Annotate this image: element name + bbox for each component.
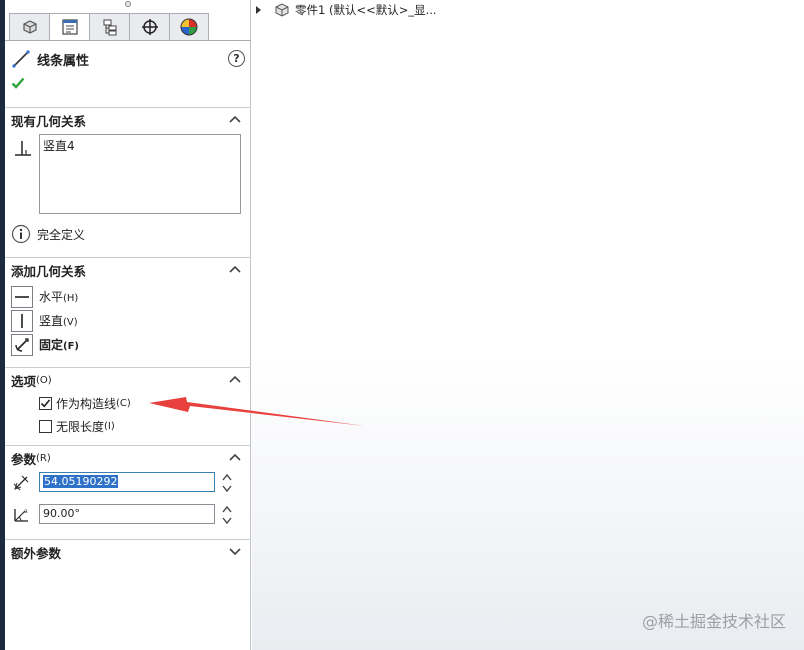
panel-resize-grip[interactable] xyxy=(125,1,131,7)
configuration-manager-icon xyxy=(103,19,116,36)
add-horizontal-relation[interactable]: 水平(H) xyxy=(11,285,78,308)
watermark: @稀土掘金技术社区 xyxy=(641,612,786,631)
construction-line-shortcut: (C) xyxy=(116,397,131,409)
feature-tree-flyout[interactable]: 零件1 (默认<<默认>_显... xyxy=(256,1,437,19)
angle-input[interactable]: 90.00° xyxy=(39,504,215,524)
infinite-length-checkbox[interactable] xyxy=(39,419,52,433)
extra-parameters-section: 额外参数 xyxy=(5,539,251,565)
feature-manager-icon xyxy=(22,20,37,34)
dimxpert-icon xyxy=(141,19,158,35)
angle-parameter-row: a 90.00° xyxy=(11,503,245,527)
parameters-header[interactable]: 参数 (R) xyxy=(5,446,251,470)
parameters-title: 参数 xyxy=(11,451,37,467)
fix-shortcut: (F) xyxy=(63,341,79,352)
infinite-length-shortcut: (I) xyxy=(104,420,115,432)
horizontal-relation-icon[interactable] xyxy=(11,285,33,308)
chevron-up-icon[interactable] xyxy=(229,374,241,384)
options-section: 选项 (O) 作为构造线 (C) 无限长度 (I) xyxy=(5,367,251,443)
status-text: 完全定义 xyxy=(37,227,86,242)
appearance-icon xyxy=(180,18,198,36)
manager-tabs xyxy=(9,13,209,41)
existing-relations-list[interactable]: 竖直4 xyxy=(39,134,241,214)
chevron-down-icon[interactable] xyxy=(229,546,241,556)
checkmark-icon xyxy=(40,398,51,407)
chevron-up-icon[interactable] xyxy=(229,114,241,124)
angle-value: 90.00° xyxy=(43,507,80,520)
part-icon xyxy=(275,3,289,17)
svg-text:a: a xyxy=(24,508,28,515)
expand-arrow-icon[interactable] xyxy=(256,6,261,14)
part-name: 零件1 (默认<<默认>_显... xyxy=(295,3,437,17)
construction-line-label: 作为构造线 xyxy=(56,396,117,411)
infinite-length-label: 无限长度 xyxy=(56,419,105,434)
length-parameter-row: 54.05190292 xyxy=(11,471,245,495)
extra-parameters-title: 额外参数 xyxy=(11,545,62,561)
options-shortcut: (O) xyxy=(36,374,52,386)
add-relations-title: 添加几何关系 xyxy=(11,263,87,279)
tab-feature-manager[interactable] xyxy=(9,13,49,41)
fix-label: 固定 xyxy=(39,338,64,352)
help-icon[interactable]: ? xyxy=(228,50,245,67)
vertical-relation-icon xyxy=(15,141,31,156)
ok-check-icon[interactable] xyxy=(11,76,25,93)
panel-title-row: 线条属性 ? xyxy=(11,48,245,70)
length-dimension-icon xyxy=(13,475,29,491)
tabs-divider xyxy=(5,40,251,41)
parameters-shortcut: (R) xyxy=(36,452,51,464)
angle-spinner-icon[interactable] xyxy=(221,503,233,527)
options-title: 选项 xyxy=(11,373,37,389)
existing-relations-section: 现有几何关系 竖直4 完全定义 xyxy=(5,107,251,255)
add-relations-section: 添加几何关系 水平(H) 竖直(V) 固定(F) xyxy=(5,257,251,365)
add-vertical-relation[interactable]: 竖直(V) xyxy=(11,309,78,332)
infinite-length-option[interactable]: 无限长度 (I) xyxy=(39,417,115,435)
vertical-label: 竖直 xyxy=(39,314,64,328)
extra-parameters-header[interactable]: 额外参数 xyxy=(5,540,251,564)
horizontal-label: 水平 xyxy=(39,290,64,304)
graphics-viewport[interactable]: 零件1 (默认<<默认>_显... @稀土掘金技术社区 xyxy=(252,0,804,650)
anchor-fix-icon[interactable] xyxy=(11,333,33,356)
line-tool-icon xyxy=(12,50,30,68)
panel-title: 线条属性 xyxy=(37,53,90,69)
chevron-up-icon[interactable] xyxy=(229,264,241,274)
property-manager-icon xyxy=(61,19,78,35)
vertical-shortcut: (V) xyxy=(63,317,78,328)
info-icon xyxy=(11,224,31,244)
construction-line-option[interactable]: 作为构造线 (C) xyxy=(39,394,131,412)
length-value: 54.05190292 xyxy=(43,475,119,488)
existing-relations-title: 现有几何关系 xyxy=(11,113,87,129)
property-manager-panel: 线条属性 ? 现有几何关系 竖直4 完全定义 添加几何关系 水平(H) 竖直(V… xyxy=(5,0,261,650)
length-spinner-icon[interactable] xyxy=(221,471,233,495)
chevron-up-icon[interactable] xyxy=(229,452,241,462)
tab-configuration-manager[interactable] xyxy=(89,13,129,41)
add-relations-header[interactable]: 添加几何关系 xyxy=(5,258,251,282)
construction-line-checkbox[interactable] xyxy=(39,396,52,410)
length-input[interactable]: 54.05190292 xyxy=(39,472,215,492)
add-fix-relation[interactable]: 固定(F) xyxy=(11,333,79,356)
options-header[interactable]: 选项 (O) xyxy=(5,368,251,392)
tab-dimxpert[interactable] xyxy=(129,13,169,41)
vertical-line-icon[interactable] xyxy=(11,309,33,332)
angle-dimension-icon: a xyxy=(14,508,28,522)
tab-appearance[interactable] xyxy=(169,13,209,41)
list-item[interactable]: 竖直4 xyxy=(43,137,237,154)
existing-relations-header[interactable]: 现有几何关系 xyxy=(5,108,251,132)
parameters-section: 参数 (R) 54.05190292 a 90.00° xyxy=(5,445,251,537)
definition-status: 完全定义 xyxy=(11,224,85,244)
tab-property-manager[interactable] xyxy=(49,13,89,41)
horizontal-shortcut: (H) xyxy=(63,293,79,304)
